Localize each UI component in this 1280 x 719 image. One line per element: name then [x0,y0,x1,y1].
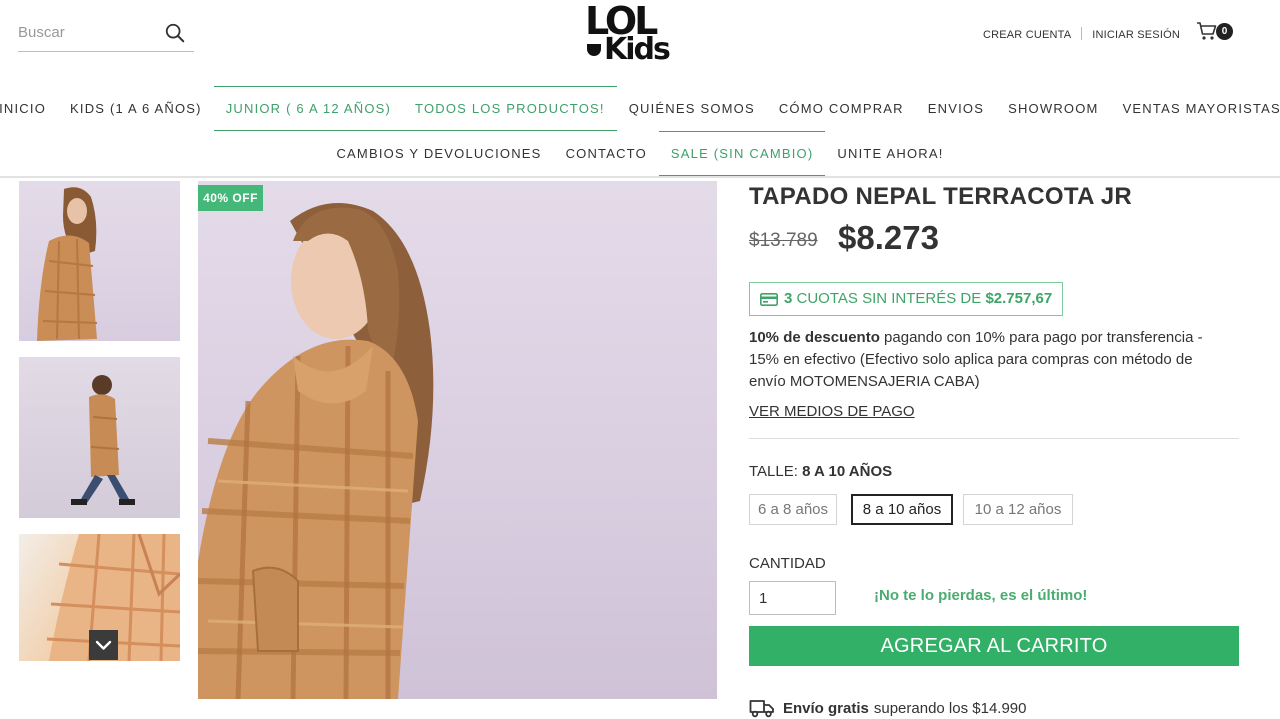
quantity-input[interactable] [749,581,836,615]
nav-item-junior[interactable]: JUNIOR ( 6 A 12 AÑOS) [213,86,404,131]
discount-info-bold: 10% de descuento [749,329,880,346]
search-bar [18,14,194,52]
cart-icon [1197,22,1217,40]
free-shipping-text: superando los $14.990 [873,699,1027,717]
account-divider [1080,27,1082,40]
size-option-6-8[interactable]: 6 a 8 años [749,494,837,525]
credit-card-icon [760,292,778,306]
stock-note: ¡No te lo pierdas, es el último! [874,587,1088,604]
installments-box: 3 CUOTAS SIN INTERÉS DE $2.757,67 [749,282,1064,316]
nav-item-kids[interactable]: KIDS (1 A 6 AÑOS) [58,86,214,131]
nav-item-envios[interactable]: ENVIOS [916,86,996,131]
quantity-label: CANTIDAD [749,555,826,572]
store-logo[interactable]: LOL Kids [585,2,677,68]
child-coat-photo-thumb [37,187,98,341]
main-nav-row-2: CAMBIOS Y DEVOLUCIONES CONTACTO SALE (SI… [0,131,1280,176]
product-main-image[interactable] [198,181,717,699]
thumbnails-scroll-down-button[interactable] [89,630,118,660]
discount-info: 10% de descuento pagando con 10% para pa… [749,327,1209,393]
logo-text-bottom: Kids [604,32,671,67]
child-walking-photo-thumb [71,375,135,505]
installments-count: 3 [784,290,793,307]
info-divider [749,438,1239,439]
discount-badge: 40% OFF [198,185,263,211]
payment-methods-link[interactable]: VER MEDIOS DE PAGO [749,403,915,420]
nav-item-como-comprar[interactable]: CÓMO COMPRAR [767,86,916,131]
nav-item-showroom[interactable]: SHOWROOM [996,86,1110,131]
search-icon[interactable] [164,22,186,44]
nav-item-inicio[interactable]: INICIO [0,86,58,131]
search-input[interactable] [18,14,158,50]
installments-text: CUOTAS SIN INTERÉS DE [792,290,986,307]
size-option-8-10[interactable]: 8 a 10 años [851,494,953,525]
add-to-cart-button[interactable]: AGREGAR AL CARRITO [749,626,1239,666]
login-link[interactable]: INICIAR SESIÓN [1092,29,1180,41]
account-links: CREAR CUENTA INICIAR SESIÓN [983,27,1180,41]
free-shipping-bold: Envío gratis [783,699,869,717]
nav-item-quienes-somos[interactable]: QUIÉNES SOMOS [617,86,767,131]
size-label-text: TALLE: [749,463,803,480]
create-account-link[interactable]: CREAR CUENTA [983,29,1071,41]
nav-item-ventas-mayoristas[interactable]: VENTAS MAYORISTAS [1111,86,1280,131]
logo-face-icon [587,44,601,56]
size-selected-value: 8 A 10 AÑOS [802,463,893,480]
nav-item-unite[interactable]: UNITE AHORA! [825,131,955,176]
sale-price: $8.273 [838,219,939,256]
free-shipping-info: Envío gratis superando los $14.990 [749,698,1026,718]
thumbnail-1[interactable] [19,181,180,341]
original-price: $13.789 [749,230,818,251]
nav-item-contacto[interactable]: CONTACTO [554,131,659,176]
nav-item-sale[interactable]: SALE (SIN CAMBIO) [658,131,826,176]
header-divider [0,176,1280,178]
nav-item-todos-productos[interactable]: TODOS LOS PRODUCTOS! [403,86,617,131]
thumbnail-2[interactable] [19,357,180,518]
installments-amount: $2.757,67 [985,290,1053,307]
chevron-down-icon [95,640,112,650]
main-nav-row-1: INICIO KIDS (1 A 6 AÑOS) JUNIOR ( 6 A 12… [0,86,1280,131]
child-in-plaid-coat-photo [198,203,434,699]
cart-count-badge: 0 [1216,23,1233,40]
nav-item-cambios[interactable]: CAMBIOS Y DEVOLUCIONES [324,131,553,176]
product-title: TAPADO NEPAL TERRACOTA JR [749,183,1133,210]
size-label: TALLE: 8 A 10 AÑOS [749,463,892,480]
truck-icon [749,700,774,718]
size-option-10-12[interactable]: 10 a 12 años [963,494,1073,525]
cart-button[interactable]: 0 [1196,21,1236,45]
